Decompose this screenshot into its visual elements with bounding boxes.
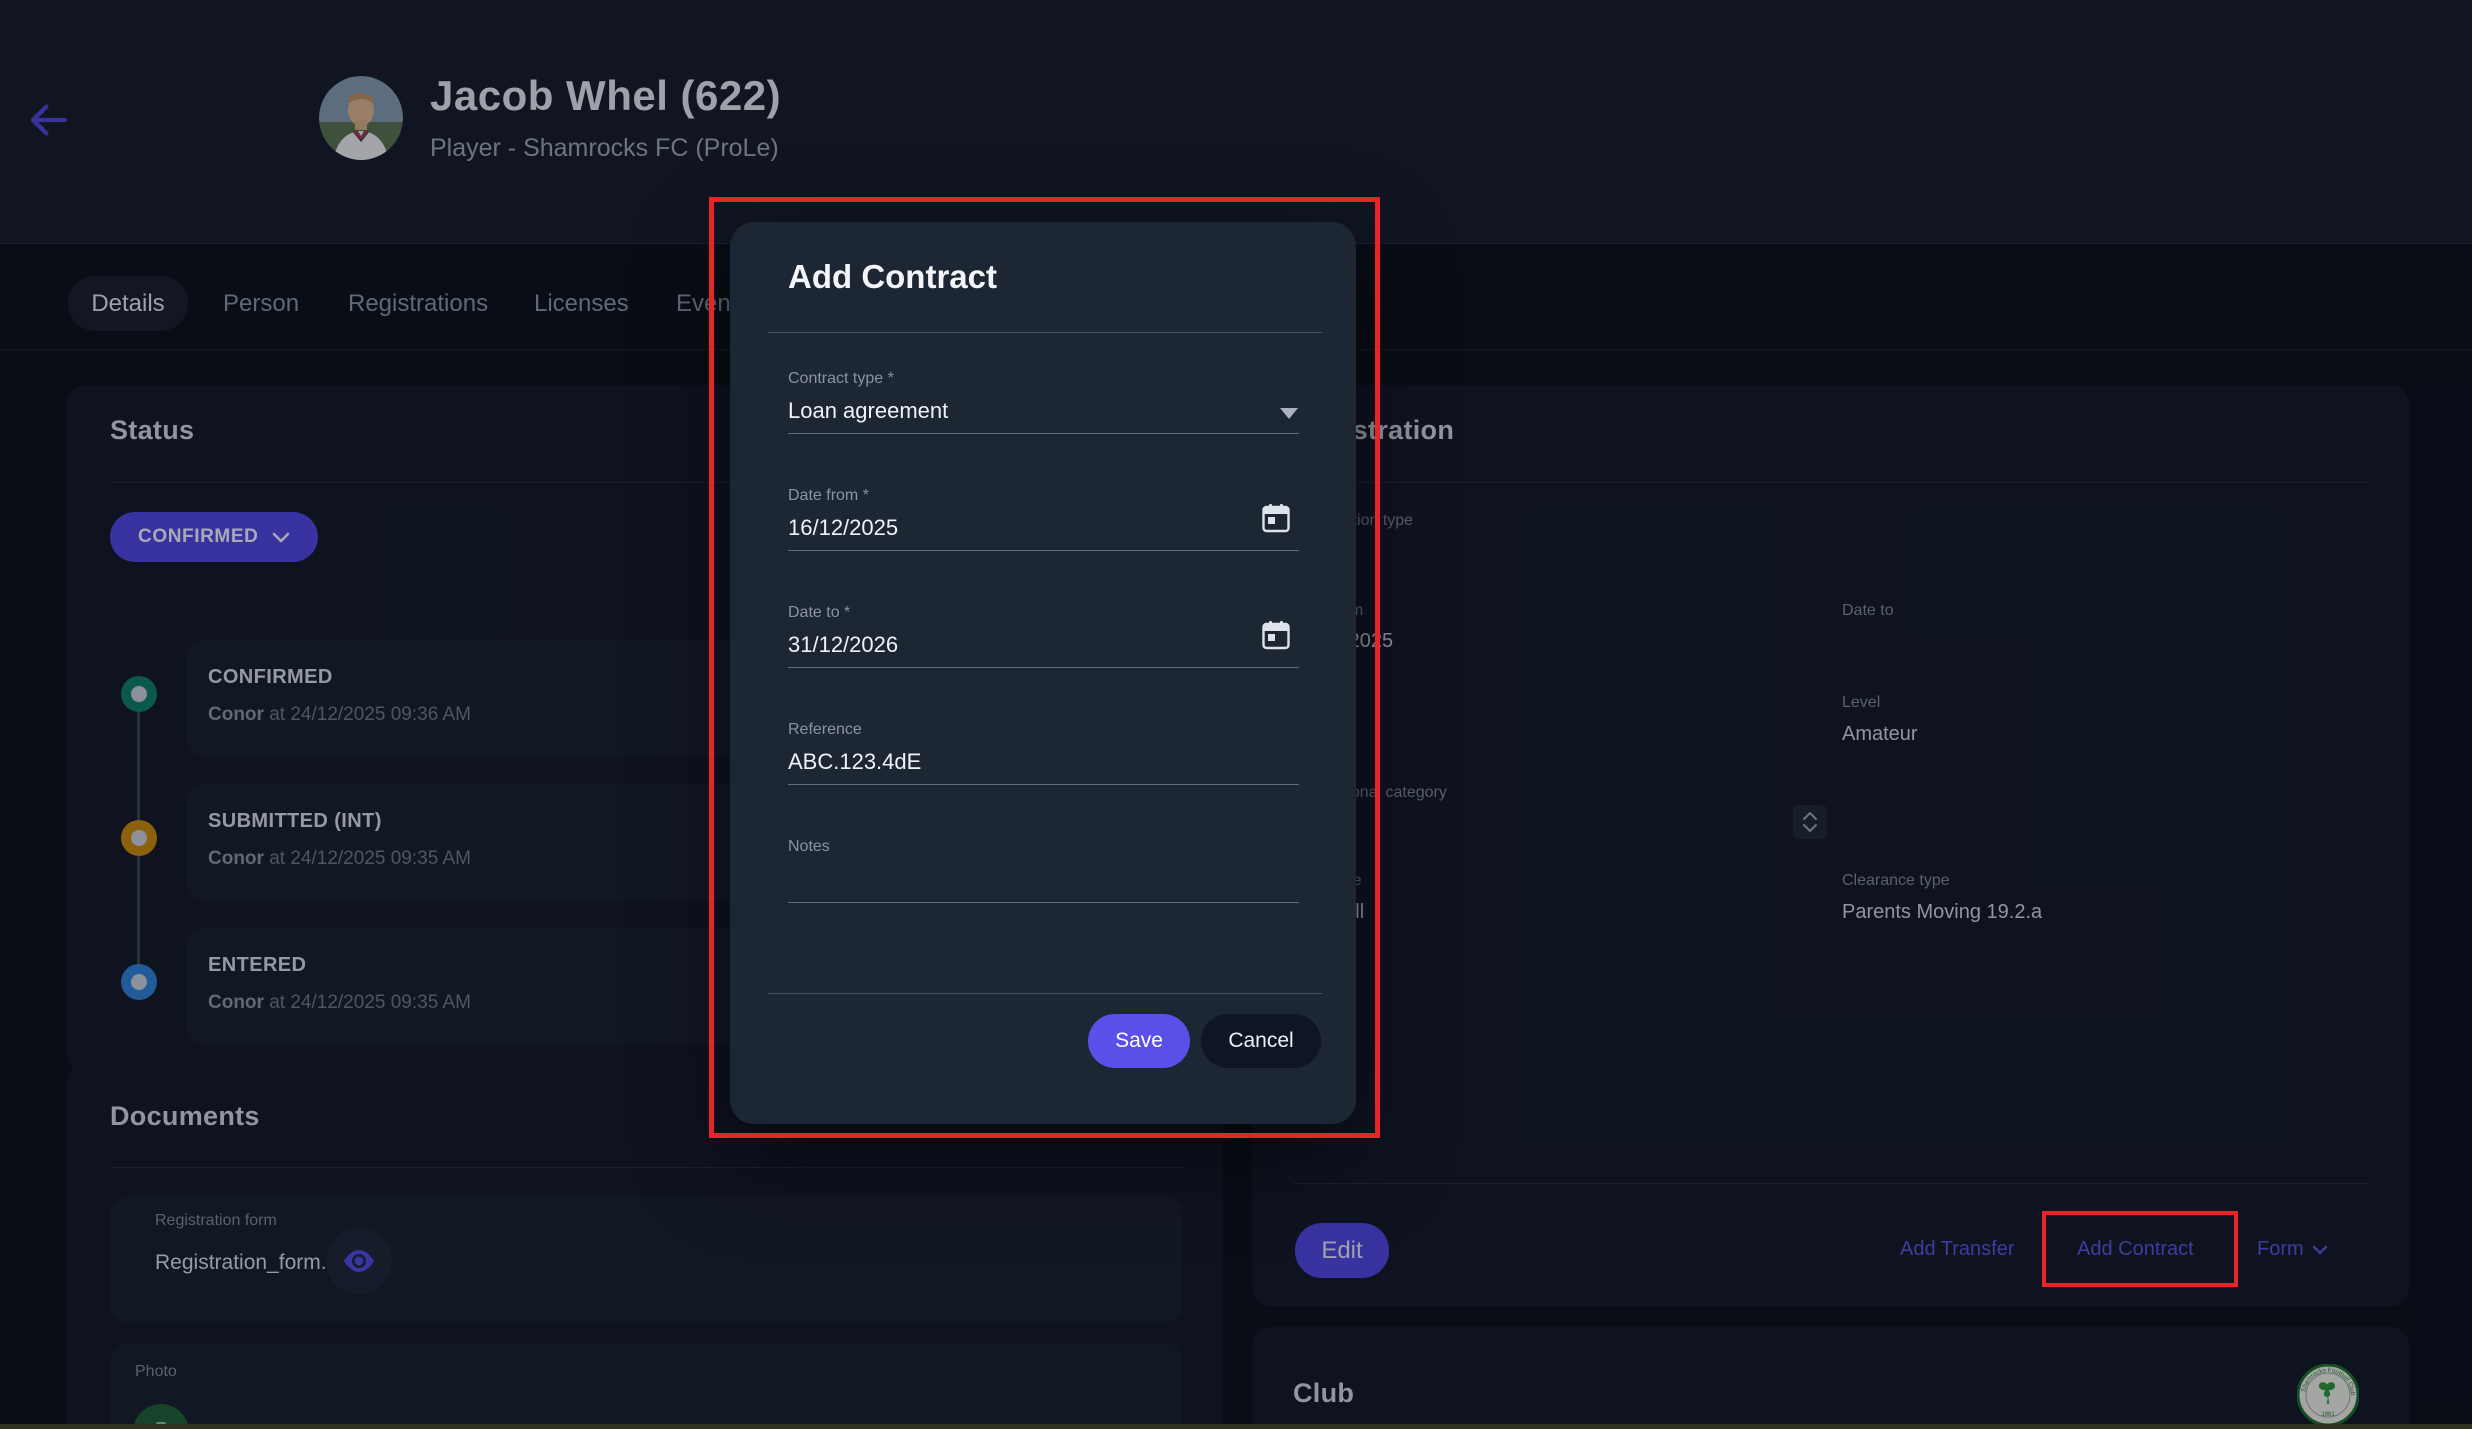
annotation-box-add-contract [2042, 1211, 2238, 1287]
annotation-box-modal [709, 197, 1380, 1138]
player-profile-page: Jacob Whel (622) Player - Shamrocks FC (… [0, 0, 2472, 1429]
